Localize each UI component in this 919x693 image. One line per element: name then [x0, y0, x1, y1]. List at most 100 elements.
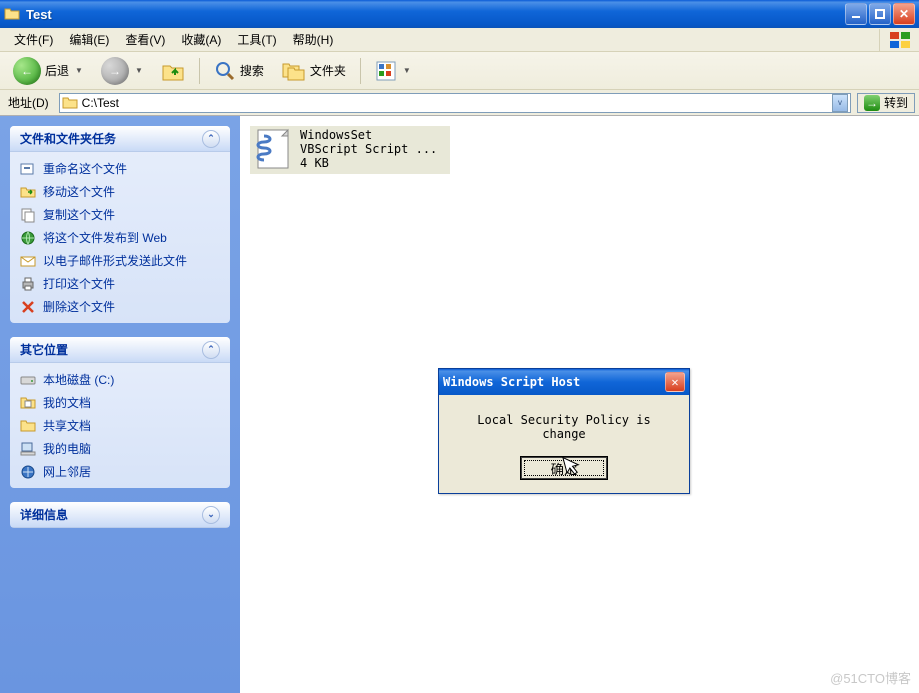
dialog-title: Windows Script Host	[443, 375, 580, 389]
maximize-button[interactable]	[869, 3, 891, 25]
toolbar-separator	[199, 58, 200, 84]
menu-view[interactable]: 查看(V)	[117, 28, 173, 51]
vbscript-file-icon	[254, 128, 294, 172]
dialog-close-button[interactable]: ✕	[665, 372, 685, 392]
address-label: 地址(D)	[4, 94, 53, 111]
address-input[interactable]	[78, 96, 832, 110]
place-shared[interactable]: 共享文档	[20, 417, 220, 434]
address-bar: 地址(D) v → 转到	[0, 90, 919, 116]
task-label: 复制这个文件	[43, 206, 115, 223]
back-arrow-icon: ←	[13, 57, 41, 85]
window-title: Test	[26, 7, 845, 22]
menu-tools[interactable]: 工具(T)	[229, 28, 284, 51]
move-icon	[20, 184, 36, 200]
place-mydocs[interactable]: 我的文档	[20, 394, 220, 411]
address-dropdown-button[interactable]: v	[832, 94, 848, 112]
task-delete[interactable]: 删除这个文件	[20, 298, 220, 315]
copy-icon	[20, 207, 36, 223]
chevron-down-icon: ▼	[133, 66, 143, 75]
rename-icon	[20, 161, 36, 177]
address-box[interactable]: v	[59, 93, 851, 113]
watermark: @51CTO博客	[830, 668, 911, 687]
panel-head-details[interactable]: 详细信息 ⌄	[10, 502, 230, 528]
chevron-down-icon: ▼	[73, 66, 83, 75]
folder-up-icon	[161, 59, 185, 83]
panel-head-places[interactable]: 其它位置 ⌃	[10, 337, 230, 363]
menu-edit[interactable]: 编辑(E)	[61, 28, 117, 51]
panel-head-tasks[interactable]: 文件和文件夹任务 ⌃	[10, 126, 230, 152]
toolbar-separator	[360, 58, 361, 84]
place-localdisk[interactable]: 本地磁盘 (C:)	[20, 371, 220, 388]
menu-favorites[interactable]: 收藏(A)	[173, 28, 229, 51]
place-label: 我的文档	[43, 394, 91, 411]
search-button[interactable]: 搜索	[207, 56, 271, 86]
task-move[interactable]: 移动这个文件	[20, 183, 220, 200]
place-label: 共享文档	[43, 417, 91, 434]
folders-icon	[282, 60, 306, 82]
delete-icon	[20, 299, 36, 315]
task-label: 打印这个文件	[43, 275, 115, 292]
back-label: 后退	[45, 62, 69, 79]
place-network[interactable]: 网上邻居	[20, 463, 220, 480]
panel-title: 详细信息	[20, 506, 68, 523]
sidebar: 文件和文件夹任务 ⌃ 重命名这个文件 移动这个文件 复制这个文件 将这个文件发布…	[0, 116, 240, 693]
chevron-down-icon: ⌄	[202, 506, 220, 524]
task-email[interactable]: 以电子邮件形式发送此文件	[20, 252, 220, 269]
search-label: 搜索	[240, 62, 264, 79]
place-label: 本地磁盘 (C:)	[43, 371, 114, 388]
drive-icon	[20, 372, 36, 388]
panel-details: 详细信息 ⌄	[10, 502, 230, 528]
dialog-body: Local Security Policy is change 确定	[439, 395, 689, 493]
close-button[interactable]: ✕	[893, 3, 915, 25]
task-publish[interactable]: 将这个文件发布到 Web	[20, 229, 220, 246]
forward-arrow-icon: →	[101, 57, 129, 85]
task-label: 将这个文件发布到 Web	[43, 229, 167, 246]
place-label: 我的电脑	[43, 440, 91, 457]
menu-help[interactable]: 帮助(H)	[285, 28, 342, 51]
task-label: 重命名这个文件	[43, 160, 127, 177]
chevron-down-icon: ▼	[401, 66, 411, 75]
file-item[interactable]: WindowsSet VBScript Script ... 4 KB	[250, 126, 450, 174]
place-label: 网上邻居	[43, 463, 91, 480]
folders-label: 文件夹	[310, 62, 346, 79]
file-type: VBScript Script ...	[300, 142, 437, 156]
go-button[interactable]: → 转到	[857, 93, 915, 113]
dialog-titlebar[interactable]: Windows Script Host ✕	[439, 369, 689, 395]
menu-file[interactable]: 文件(F)	[6, 28, 61, 51]
views-icon	[375, 60, 397, 82]
place-mycomputer[interactable]: 我的电脑	[20, 440, 220, 457]
folder-icon	[62, 95, 78, 111]
network-icon	[20, 464, 36, 480]
task-label: 移动这个文件	[43, 183, 115, 200]
print-icon	[20, 276, 36, 292]
chevron-up-icon: ⌃	[202, 341, 220, 359]
task-print[interactable]: 打印这个文件	[20, 275, 220, 292]
minimize-button[interactable]	[845, 3, 867, 25]
task-label: 以电子邮件形式发送此文件	[43, 252, 187, 269]
up-button[interactable]	[154, 56, 192, 86]
views-button[interactable]: ▼	[368, 56, 418, 86]
forward-button[interactable]: → ▼	[94, 56, 150, 86]
dialog-ok-button[interactable]: 确定	[521, 457, 607, 479]
task-copy[interactable]: 复制这个文件	[20, 206, 220, 223]
window-titlebar: Test ✕	[0, 0, 919, 28]
menubar: 文件(F) 编辑(E) 查看(V) 收藏(A) 工具(T) 帮助(H)	[0, 28, 919, 52]
chevron-up-icon: ⌃	[202, 130, 220, 148]
globe-icon	[20, 230, 36, 246]
documents-icon	[20, 395, 36, 411]
back-button[interactable]: ← 后退 ▼	[6, 56, 90, 86]
message-dialog: Windows Script Host ✕ Local Security Pol…	[438, 368, 690, 494]
file-details: WindowsSet VBScript Script ... 4 KB	[300, 128, 437, 172]
task-rename[interactable]: 重命名这个文件	[20, 160, 220, 177]
panel-other-places: 其它位置 ⌃ 本地磁盘 (C:) 我的文档 共享文档 我的电脑 网上邻居	[10, 337, 230, 488]
panel-title: 文件和文件夹任务	[20, 130, 116, 147]
computer-icon	[20, 441, 36, 457]
toolbar: ← 后退 ▼ → ▼ 搜索 文件夹 ▼	[0, 52, 919, 90]
panel-file-tasks: 文件和文件夹任务 ⌃ 重命名这个文件 移动这个文件 复制这个文件 将这个文件发布…	[10, 126, 230, 323]
dialog-message: Local Security Policy is change	[453, 413, 675, 441]
windows-flag-icon	[879, 29, 919, 51]
file-name: WindowsSet	[300, 128, 437, 142]
folders-button[interactable]: 文件夹	[275, 56, 353, 86]
task-label: 删除这个文件	[43, 298, 115, 315]
go-arrow-icon: →	[864, 95, 880, 111]
